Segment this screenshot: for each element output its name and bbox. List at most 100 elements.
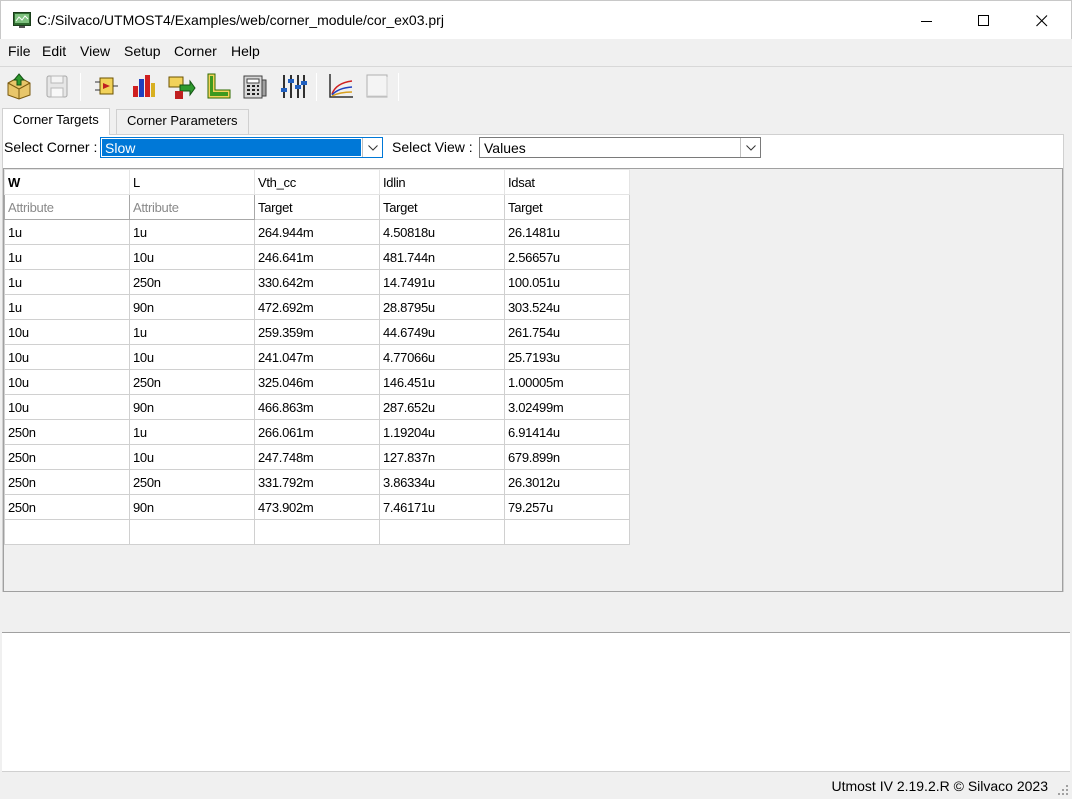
table-cell-w[interactable]: 250n [4, 444, 130, 470]
blank-page-icon[interactable] [362, 71, 392, 101]
column-header-vth-cc[interactable]: Vth_cc [254, 169, 380, 195]
maximize-button[interactable] [955, 1, 1013, 40]
table-cell-idlin[interactable]: 7.46171u [379, 494, 505, 520]
table-cell-w[interactable]: 1u [4, 244, 130, 270]
menu-corner[interactable]: Corner [174, 43, 217, 59]
minimize-button[interactable] [898, 1, 956, 40]
table-cell-idsat[interactable]: 25.7193u [504, 344, 630, 370]
chevron-down-icon[interactable] [362, 138, 382, 157]
table-cell-idlin[interactable] [379, 519, 505, 545]
table-cell-w[interactable]: 1u [4, 219, 130, 245]
table-cell-vth-cc[interactable]: 325.046m [254, 369, 380, 395]
table-cell-w[interactable]: 10u [4, 394, 130, 420]
bar-chart-icon[interactable] [128, 71, 158, 101]
tab-corner-targets[interactable]: Corner Targets [2, 108, 110, 135]
table-cell-idsat[interactable]: 26.3012u [504, 469, 630, 495]
table-cell-idlin[interactable]: 1.19204u [379, 419, 505, 445]
table-cell-idsat[interactable]: 679.899n [504, 444, 630, 470]
sliders-icon[interactable] [278, 71, 308, 101]
table-cell-w[interactable]: 10u [4, 319, 130, 345]
table-cell-vth-cc[interactable]: 330.642m [254, 269, 380, 295]
table-cell-vth-cc[interactable]: 264.944m [254, 219, 380, 245]
menu-help[interactable]: Help [231, 43, 260, 59]
device-l-icon[interactable] [203, 71, 233, 101]
plot-icon[interactable] [326, 71, 356, 101]
table-cell-vth-cc[interactable]: 472.692m [254, 294, 380, 320]
table-cell-w[interactable] [4, 519, 130, 545]
table-cell-l[interactable]: 10u [129, 444, 255, 470]
table-cell-idlin[interactable]: 44.6749u [379, 319, 505, 345]
table-cell-idsat[interactable]: 1.00005m [504, 369, 630, 395]
table-cell-idlin[interactable]: 28.8795u [379, 294, 505, 320]
table-cell-vth-cc[interactable]: 259.359m [254, 319, 380, 345]
column-type-idsat[interactable]: Target [504, 194, 630, 220]
close-button[interactable] [1013, 1, 1071, 40]
table-cell-idlin[interactable]: 127.837n [379, 444, 505, 470]
open-project-icon[interactable] [4, 71, 34, 101]
menu-file[interactable]: File [8, 43, 31, 59]
table-cell-idlin[interactable]: 481.744n [379, 244, 505, 270]
column-type-vth-cc[interactable]: Target [254, 194, 380, 220]
table-cell-idsat[interactable]: 100.051u [504, 269, 630, 295]
column-type-idlin[interactable]: Target [379, 194, 505, 220]
table-cell-l[interactable]: 250n [129, 369, 255, 395]
table-cell-idlin[interactable]: 146.451u [379, 369, 505, 395]
table-cell-vth-cc[interactable]: 241.047m [254, 344, 380, 370]
tab-corner-parameters[interactable]: Corner Parameters [116, 109, 249, 134]
table-cell-vth-cc[interactable]: 473.902m [254, 494, 380, 520]
table-cell-l[interactable]: 10u [129, 244, 255, 270]
column-type-w[interactable]: Attribute [4, 194, 130, 220]
table-cell-idlin[interactable]: 14.7491u [379, 269, 505, 295]
menu-setup[interactable]: Setup [124, 43, 161, 59]
save-icon[interactable] [42, 71, 72, 101]
table-cell-w[interactable]: 250n [4, 419, 130, 445]
table-cell-w[interactable]: 250n [4, 494, 130, 520]
table-cell-idlin[interactable]: 4.77066u [379, 344, 505, 370]
table-cell-idsat[interactable] [504, 519, 630, 545]
menu-edit[interactable]: Edit [42, 43, 66, 59]
table-cell-vth-cc[interactable]: 266.061m [254, 419, 380, 445]
table-cell-idsat[interactable]: 26.1481u [504, 219, 630, 245]
column-header-l[interactable]: L [129, 169, 255, 195]
table-cell-idlin[interactable]: 3.86334u [379, 469, 505, 495]
column-type-l[interactable]: Attribute [129, 194, 255, 220]
column-header-w[interactable]: W [4, 169, 130, 195]
table-cell-l[interactable]: 250n [129, 269, 255, 295]
table-cell-l[interactable]: 90n [129, 394, 255, 420]
table-cell-idsat[interactable]: 3.02499m [504, 394, 630, 420]
output-pane[interactable] [2, 632, 1070, 772]
corner-module-icon[interactable] [91, 71, 121, 101]
table-cell-l[interactable]: 90n [129, 294, 255, 320]
table-cell-w[interactable]: 250n [4, 469, 130, 495]
table-cell-l[interactable]: 250n [129, 469, 255, 495]
chevron-down-icon[interactable] [740, 138, 760, 157]
table-cell-idsat[interactable]: 79.257u [504, 494, 630, 520]
table-cell-l[interactable]: 1u [129, 419, 255, 445]
table-cell-vth-cc[interactable]: 247.748m [254, 444, 380, 470]
corner-targets-grid[interactable]: W L Vth_cc Idlin Idsat Attribute Attribute Targ… [3, 168, 1063, 592]
resize-grip-icon[interactable] [1057, 784, 1069, 796]
table-cell-l[interactable]: 90n [129, 494, 255, 520]
table-cell-idlin[interactable]: 287.652u [379, 394, 505, 420]
table-cell-vth-cc[interactable] [254, 519, 380, 545]
transfer-icon[interactable] [166, 71, 196, 101]
table-cell-idsat[interactable]: 303.524u [504, 294, 630, 320]
table-cell-idsat[interactable]: 2.56657u [504, 244, 630, 270]
app-icon[interactable] [13, 12, 31, 28]
table-cell-l[interactable]: 1u [129, 319, 255, 345]
table-cell-idlin[interactable]: 4.50818u [379, 219, 505, 245]
select-corner-dropdown[interactable]: Slow [100, 137, 383, 158]
table-cell-w[interactable]: 1u [4, 294, 130, 320]
calculator-icon[interactable] [240, 71, 270, 101]
menu-view[interactable]: View [80, 43, 110, 59]
table-cell-l[interactable] [129, 519, 255, 545]
column-header-idlin[interactable]: Idlin [379, 169, 505, 195]
table-cell-l[interactable]: 1u [129, 219, 255, 245]
table-cell-vth-cc[interactable]: 246.641m [254, 244, 380, 270]
select-view-dropdown[interactable]: Values [479, 137, 761, 158]
table-cell-idsat[interactable]: 6.91414u [504, 419, 630, 445]
column-header-idsat[interactable]: Idsat [504, 169, 630, 195]
table-cell-vth-cc[interactable]: 466.863m [254, 394, 380, 420]
table-cell-vth-cc[interactable]: 331.792m [254, 469, 380, 495]
table-cell-w[interactable]: 1u [4, 269, 130, 295]
